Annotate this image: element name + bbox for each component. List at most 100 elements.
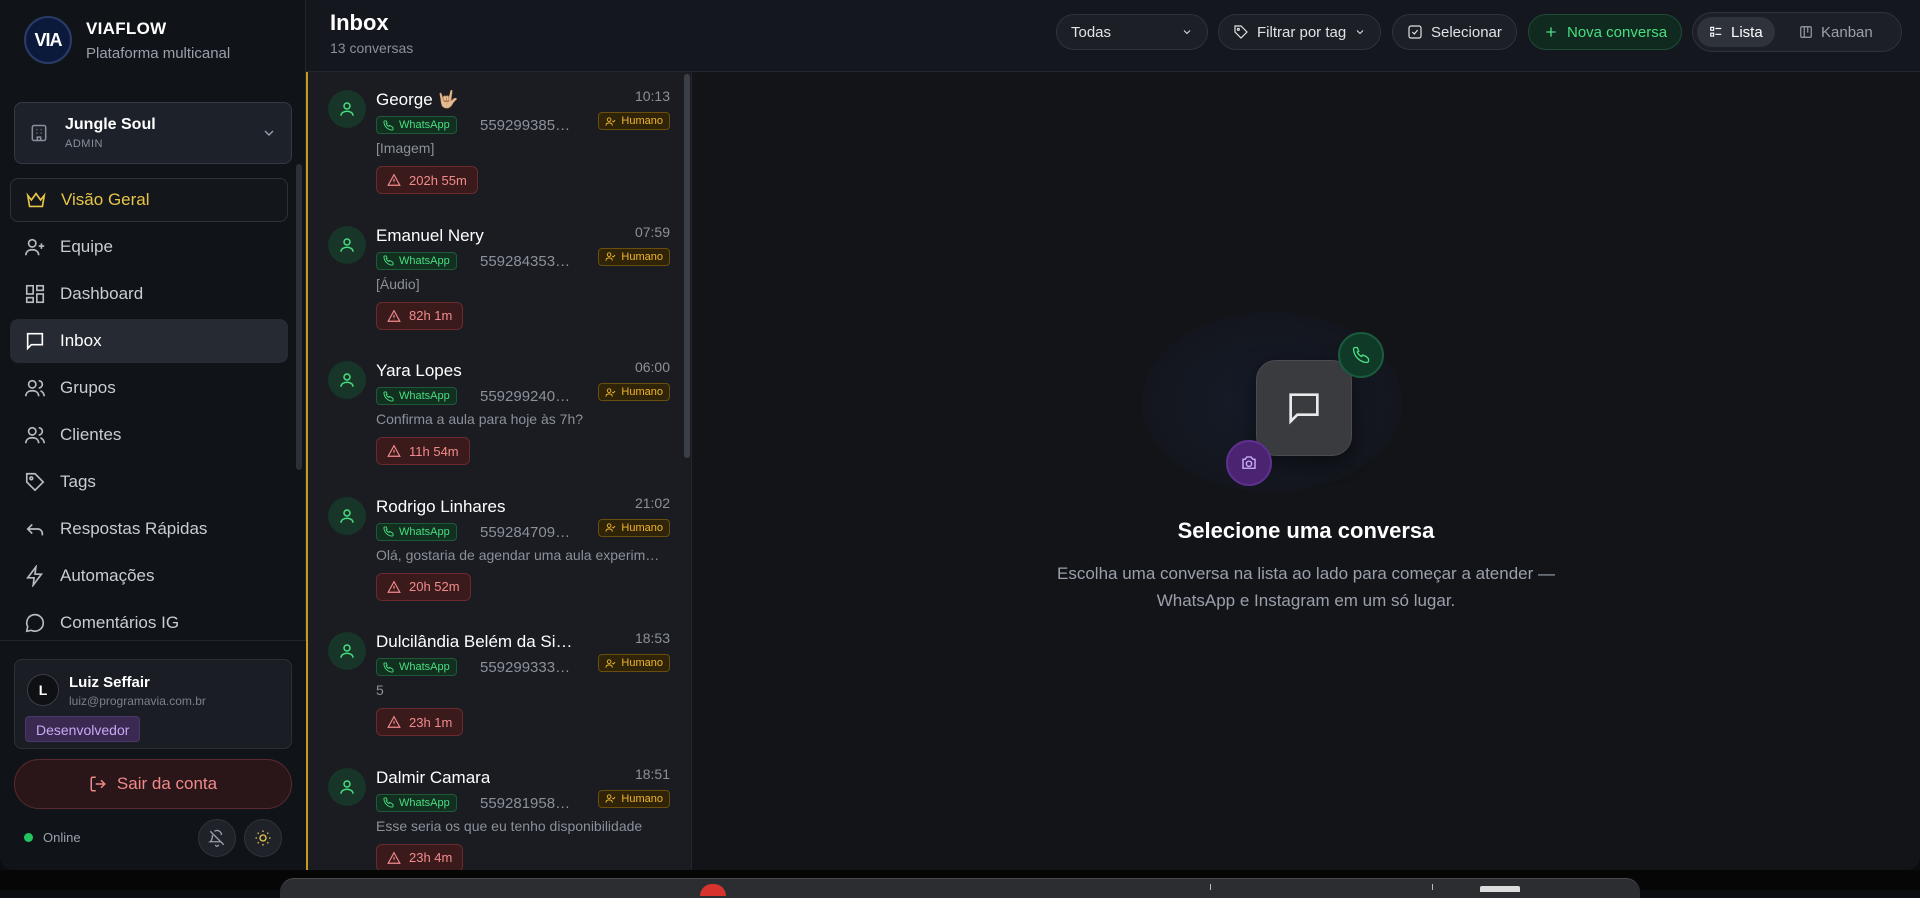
sidebar-item-dashboard[interactable]: Dashboard [10,272,288,316]
view-kanban-label: Kanban [1821,23,1873,41]
alert-triangle-icon [387,173,401,186]
sidebar-item-tags[interactable]: Tags [10,460,288,504]
last-message-time: 10:13 [634,88,670,104]
conversation-item[interactable]: George 🤟🏼 10:13 WhatsApp 5592993850000 Human… [308,72,678,207]
inbox-header: Inbox 13 conversas Todas Filtrar por tag… [306,0,1920,72]
phone-icon [383,390,394,402]
reply-icon [26,523,44,536]
notifications-toggle-button[interactable] [198,819,236,857]
status-label: Online [43,830,81,845]
chevron-down-icon [264,130,274,136]
channel-badge: WhatsApp [376,251,457,270]
sla-label: 82h 1m [409,308,453,323]
online-dot [24,833,33,842]
message-preview: Esse seria os que eu tenho disponibilida… [376,817,643,834]
instagram-bubble [1226,440,1272,486]
sidebar-scrollbar[interactable] [296,164,302,470]
user-icon [340,373,354,387]
contact-name: Emanuel Nery [376,225,484,245]
conversation-item[interactable]: Dalmir Camara 18:51 WhatsApp 5592819585000 H… [308,750,678,870]
conversation-item[interactable]: Yara Lopes 06:00 WhatsApp 5592992407000 Huma… [308,343,678,478]
user-icon [340,644,354,658]
zap-icon [26,565,44,587]
conversation-count: 13 conversas [330,40,414,56]
sidebar-item-grupos[interactable]: Grupos [10,366,288,410]
brand[interactable]: VIA VIAFLOW Plataforma multicanal [24,16,230,64]
sidebar-item-automacoes[interactable]: Automações [10,554,288,598]
sidebar: VIA VIAFLOW Plataforma multicanal Jungle… [0,0,306,870]
sidebar-item-label: Equipe [60,237,113,256]
status-indicator: Online [24,830,81,845]
dock [280,878,1640,898]
view-toggle: Lista Kanban [1692,12,1902,52]
mode-badge: Humano [598,112,670,130]
mode-label: Humano [621,657,663,669]
sidebar-item-label: Respostas Rápidas [60,519,208,538]
sla-badge: 11h 54m [376,437,470,465]
whatsapp-bubble [1338,332,1384,378]
sla-badge: 202h 55m [376,166,478,194]
alert-triangle-icon [387,309,401,322]
phone-icon [1352,346,1370,364]
sla-badge: 82h 1m [376,301,464,330]
avatar: L [27,674,59,706]
mode-badge: Humano [598,789,670,808]
logout-button[interactable]: Sair da conta [14,759,292,809]
plus-icon [1546,27,1556,37]
sidebar-item-equipe[interactable]: Equipe [10,225,288,269]
view-list-button[interactable]: Lista [1697,17,1775,47]
status-filter-select[interactable]: Todas [1056,14,1208,50]
last-message-time: 18:51 [634,765,670,782]
brand-logo: VIA [24,16,72,64]
camera-icon [1242,456,1256,469]
contact-avatar [328,90,366,128]
last-message-time: 07:59 [634,223,670,240]
sidebar-item-visao-geral[interactable]: Visão Geral [10,178,288,222]
view-kanban-button[interactable]: Kanban [1787,17,1885,47]
mode-label: Humano [621,386,663,398]
sidebar-footer: L Luiz Seffair luiz@programavia.com.br D… [0,640,306,870]
conversation-list-scrollbar[interactable] [684,74,690,458]
theme-toggle-button[interactable] [244,819,282,857]
message-circle-icon [25,613,45,633]
new-conversation-button[interactable]: Nova conversa [1528,14,1683,50]
org-switcher[interactable]: Jungle Soul ADMIN [14,102,292,164]
chevron-down-icon [1183,30,1191,35]
mode-label: Humano [621,792,663,805]
crown-icon [26,192,46,208]
user-plus-icon [25,238,45,256]
tag-filter-button[interactable]: Filtrar por tag [1218,14,1382,50]
page-title: Inbox [330,10,389,35]
user-card[interactable]: L Luiz Seffair luiz@programavia.com.br D… [14,659,292,749]
phone-icon [383,526,394,537]
chat-illustration [1256,360,1352,456]
users-icon [25,379,45,397]
sidebar-item-label: Inbox [60,331,102,350]
sidebar-item-clientes[interactable]: Clientes [10,413,288,457]
alert-triangle-icon [387,444,401,457]
message-preview: [Áudio] [376,275,420,292]
channel-label: WhatsApp [399,525,450,538]
org-name: Jungle Soul [65,116,156,133]
sidebar-item-inbox[interactable]: Inbox [10,319,288,363]
phone-icon [383,797,394,808]
mode-badge: Humano [598,247,670,266]
sidebar-item-label: Tags [60,472,96,491]
contact-name: George 🤟🏼 [376,90,459,109]
contact-avatar [328,225,366,264]
sla-label: 23h 4m [409,850,453,865]
alert-triangle-icon [387,851,401,864]
user-check-icon [605,523,616,532]
message-square-icon [26,332,44,351]
message-square-icon [1289,393,1319,425]
sidebar-item-respostas-rapidas[interactable]: Respostas Rápidas [10,507,288,551]
new-conversation-label: Nova conversa [1567,23,1668,41]
select-button[interactable]: Selecionar [1392,14,1517,50]
dock-divider [1210,884,1211,890]
conversation-item[interactable]: Emanuel Nery 07:59 WhatsApp 5592843530000 Hu… [308,208,678,343]
conversation-item[interactable]: Dulcilândia Belém da Silva 18:53 WhatsApp 5… [308,614,678,749]
sidebar-item-comentarios-ig[interactable]: Comentários IG [10,601,288,645]
conversation-item[interactable]: Rodrigo Linhares 21:02 WhatsApp 55928470900… [308,479,678,614]
dock-app-icon[interactable] [1480,886,1520,892]
channel-badge: WhatsApp [376,658,457,676]
